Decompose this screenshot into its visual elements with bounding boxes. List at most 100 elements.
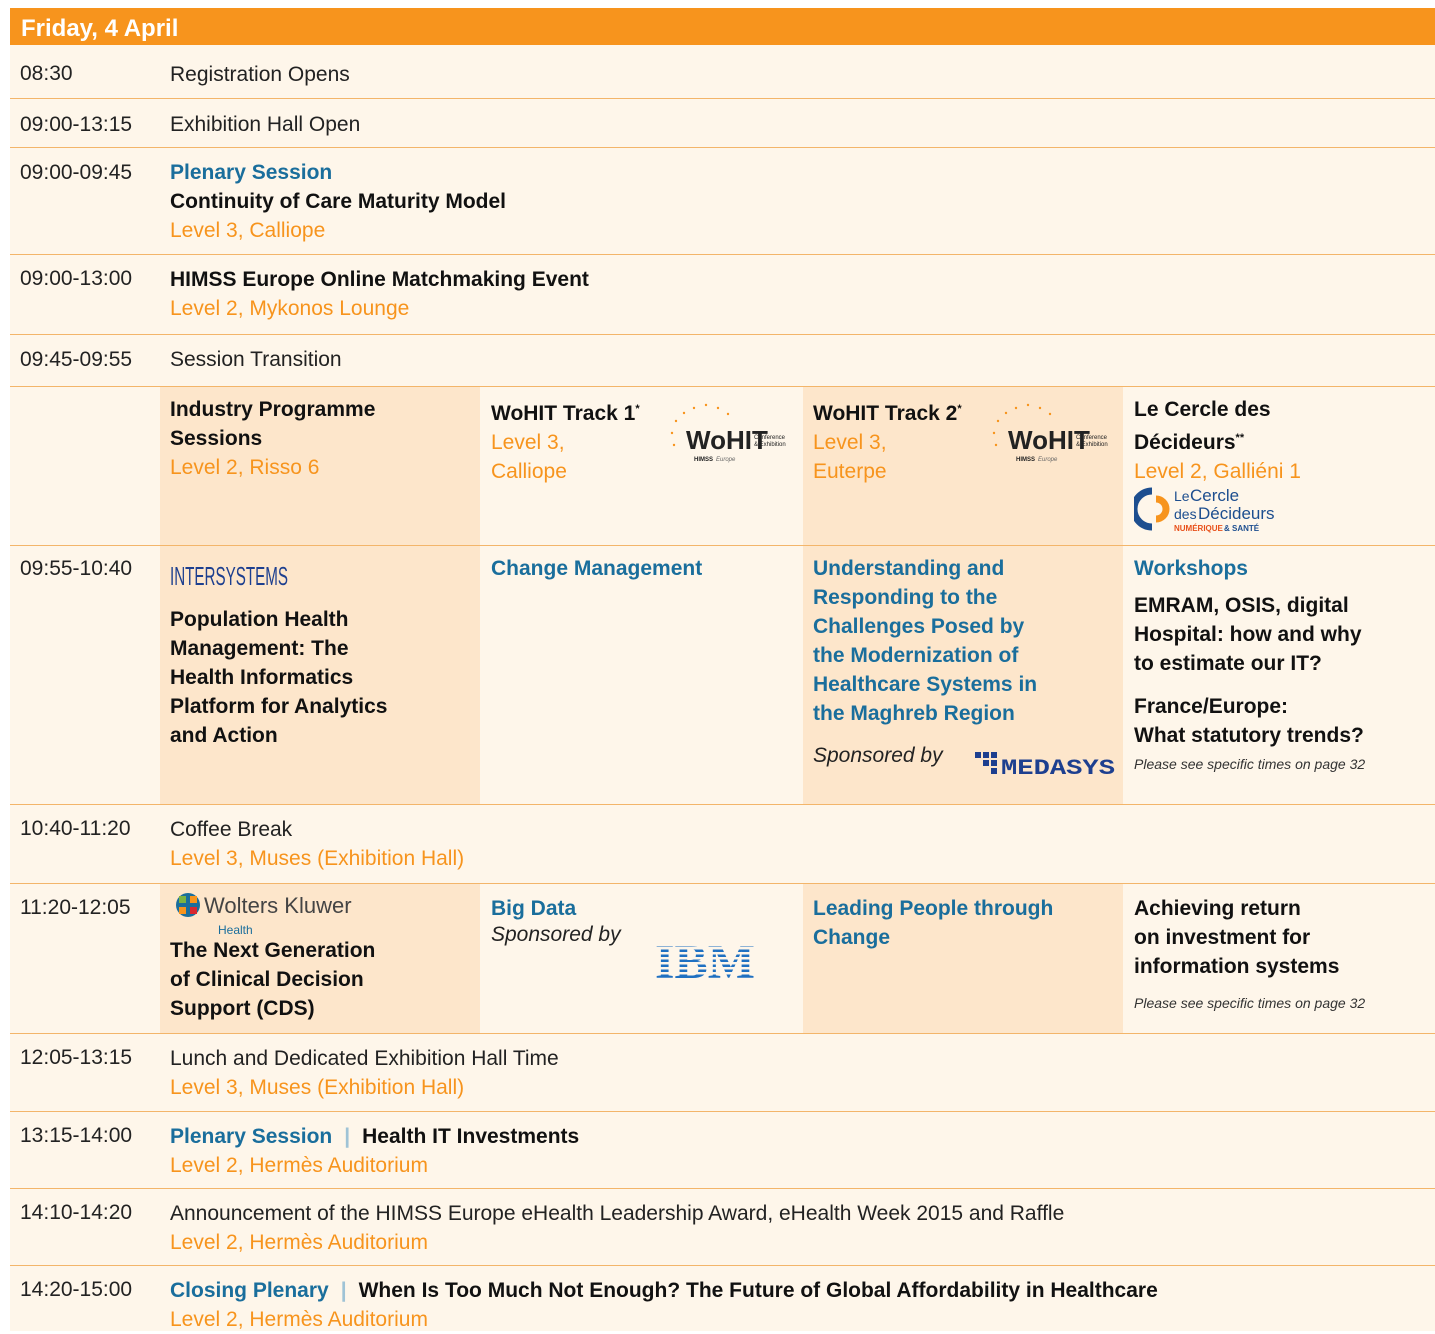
session-label: Workshops [1134,557,1248,580]
row-text: Announcement of the HIMSS Europe eHealth… [170,1202,1065,1225]
session-title: France/Europe: [1134,695,1289,718]
track-cercle: Le Cercle des Décideurs** Level 2, Galli… [1124,387,1435,545]
session-title: Support (CDS) [170,997,315,1020]
track-title: Le Cercle des [1134,398,1271,421]
session-label: Plenary Session [170,161,333,184]
intersystems-logo: INTERSYSTEMS [170,561,288,591]
row-time: 13:15-14:00 [20,1124,133,1147]
row-time: 14:20-15:00 [20,1278,133,1301]
session-title: Health Informatics [170,666,354,689]
session-title: What statutory trends? [1134,724,1364,747]
session-title: Management: The [170,637,349,660]
session-title: Understanding and [813,557,1005,580]
agenda-row: 09:45-09:55 Session Transition [10,335,1435,387]
footnote-mark: ** [1235,432,1245,444]
track-wohit-2: WoHIT Track 2* Level 3, Euterpe WoHIT Co… [803,387,1123,545]
svg-text:des: des [1174,506,1197,522]
svg-text:IBM: IBM [655,938,755,982]
agenda-row: 08:30 Registration Opens [10,45,1435,99]
session-cell: Achieving return on investment for infor… [1124,884,1435,1033]
svg-text:INTERSYSTEMS: INTERSYSTEMS [170,561,288,591]
day-title: Friday, 4 April [21,15,179,42]
day-header: Friday, 4 April [10,8,1435,45]
svg-text:Conference: Conference [754,435,786,441]
session-location: Level 2, Hermès Auditorium [170,1231,428,1254]
agenda-row: 12:05-13:15 Lunch and Dedicated Exhibiti… [10,1034,1435,1112]
cercle-decideurs-logo: Le Cercle des Décideurs NUMÉRIQUE & SANT… [1134,486,1275,533]
agenda-row: 09:00-09:45 Plenary Session Continuity o… [10,148,1435,255]
medasys-logo: MEDASYS [975,752,1115,778]
track-header-row: Industry Programme Sessions Level 2, Ris… [10,387,1435,546]
row-time: 09:00-13:15 [20,113,133,136]
agenda-row: 11:20-12:05 Wolters Kluwer Health The Ne… [10,884,1435,1034]
session-title: and Action [170,724,278,747]
session-cell: Change Management [481,546,801,804]
track-title: Industry Programme [170,398,376,421]
session-label: Closing Plenary [170,1279,329,1302]
session-title: of Clinical Decision [170,968,364,991]
ibm-logo: IBM [653,938,765,982]
session-location: Level 3, Muses (Exhibition Hall) [170,847,465,870]
svg-text:HIMSS: HIMSS [694,457,713,463]
session-cell: Big Data Sponsored by IBM [481,884,801,1033]
row-time: 09:55-10:40 [20,557,133,580]
svg-text:Le: Le [1174,488,1190,504]
track-title: Décideurs [1134,431,1236,454]
svg-text:MEDASYS: MEDASYS [1001,756,1115,778]
session-title: to estimate our IT? [1134,652,1322,675]
row-time: 09:00-13:00 [20,267,133,290]
row-time: 08:30 [20,62,73,85]
session-title: Leading People through [813,897,1054,920]
separator: | [340,1279,347,1302]
session-title: Change Management [491,557,703,580]
track-location: Level 2, Galliéni 1 [1134,460,1301,483]
row-time: 12:05-13:15 [20,1046,133,1069]
track-location: Level 2, Risso 6 [170,456,320,479]
row-text: Session Transition [170,348,342,371]
svg-text:Health: Health [218,923,253,937]
svg-text:Conference: Conference [1076,435,1108,441]
row-text: Coffee Break [170,818,293,841]
session-title: When Is Too Much Not Enough? The Future … [358,1279,1158,1302]
session-title: Healthcare Systems in [813,673,1038,696]
row-time: 09:00-09:45 [20,161,133,184]
session-note: Please see specific times on page 32 [1134,756,1366,772]
track-title: Sessions [170,427,263,450]
agenda-row: 14:20-15:00 Closing Plenary | When Is Too … [10,1266,1435,1331]
agenda-page: Friday, 4 April 08:30 Registration Opens… [10,8,1435,1331]
session-cell: Leading People through Change [803,884,1123,1033]
agenda-row: 14:10-14:20 Announcement of the HIMSS Eu… [10,1189,1435,1266]
session-title: Achieving return [1134,897,1301,920]
session-location: Level 3, Muses (Exhibition Hall) [170,1076,465,1099]
agenda-row: 10:40-11:20 Coffee Break Level 3, Muses … [10,805,1435,884]
svg-text:NUMÉRIQUE: NUMÉRIQUE [1174,524,1224,533]
session-label: Plenary Session [170,1125,333,1148]
session-title: Challenges Posed by [813,615,1025,638]
session-title: EMRAM, OSIS, digital [1134,594,1349,617]
separator: | [344,1125,351,1148]
session-cell: Wolters Kluwer Health The Next Generatio… [160,884,480,1033]
agenda-row: 09:00-13:15 Exhibition Hall Open [10,99,1435,148]
track-industry: Industry Programme Sessions Level 2, Ris… [160,387,480,545]
track-title: WoHIT Track 1 [491,402,636,425]
wohit-logo: WoHIT Conference & Exhibition HIMSS Euro… [992,403,1108,463]
row-text: Registration Opens [170,63,350,86]
svg-text:& Exhibition: & Exhibition [1076,442,1108,448]
session-title: Health IT Investments [362,1125,580,1148]
session-title: Hospital: how and why [1134,623,1362,646]
svg-text:HIMSS: HIMSS [1016,457,1035,463]
session-title: The Next Generation [170,939,376,962]
session-title: on investment for [1134,926,1311,949]
session-title: Platform for Analytics [170,695,388,718]
track-wohit-1: WoHIT Track 1* Level 3, Calliope WoHIT C… [481,387,801,545]
row-time: 11:20-12:05 [20,896,131,919]
wolters-kluwer-logo: Wolters Kluwer Health [176,893,352,937]
session-title: HIMSS Europe Online Matchmaking Event [170,268,589,291]
session-location: Level 2, Hermès Auditorium [170,1308,428,1331]
session-title: the Modernization of [813,644,1019,667]
svg-text:Wolters Kluwer: Wolters Kluwer [204,893,352,918]
session-location: Level 2, Mykonos Lounge [170,297,410,320]
svg-text:Europe: Europe [1038,457,1058,463]
footnote-mark: * [957,403,962,415]
row-time: 09:45-09:55 [20,348,133,371]
